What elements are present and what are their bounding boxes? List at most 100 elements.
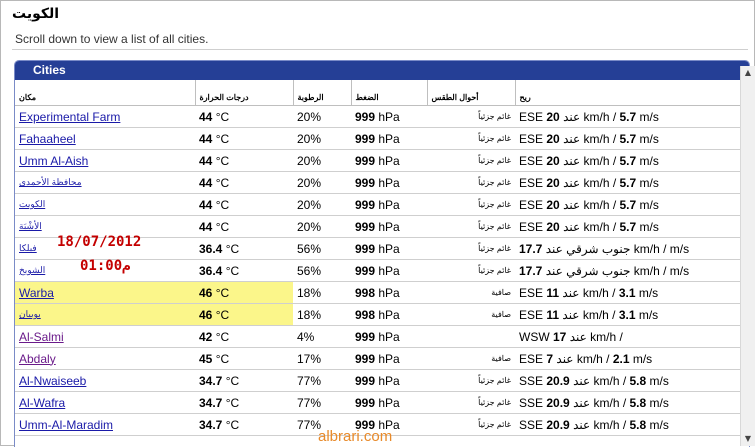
cell-humidity: 20% [293,215,351,238]
vertical-scrollbar[interactable]: ▲ ▼ [740,66,755,446]
table-row[interactable]: محافظة الأحمدي 44 °C 20% 999 hPa غائم جزئياً… [15,171,749,194]
wind-unit: m/s [646,417,669,432]
cell-pressure: 999 hPa [351,215,427,238]
wind-text: جنوب شرقي عند km/h / m/s [542,241,690,256]
temperature-unit: °C [212,285,230,300]
cell-weather: غائم جزئياً [427,237,515,260]
page-title: الكويت [12,6,60,22]
city-link[interactable]: Al-Nwaiseeb [19,374,86,388]
city-link[interactable]: Experimental Farm [19,110,120,124]
city-link[interactable]: محافظة الأحمدي [19,177,82,187]
city-link[interactable]: الشويخ [19,265,45,275]
wind-speed-ms: 3.1 [618,307,636,322]
table-row[interactable]: Experimental Farm 44 °C 20% 999 hPa غائم جزئ… [15,105,749,128]
scroll-down-icon[interactable]: ▼ [741,432,755,446]
cell-city: Al-Nwaiseeb [15,369,195,392]
cell-temperature: 36.4 °C [195,259,293,282]
pressure-value: 999 [355,351,376,366]
wind-unit: m/s [635,307,659,322]
wind-speed-ms: 5.8 [629,373,647,388]
column-header-weather[interactable]: أحوال الطقس [426,80,515,106]
table-row[interactable]: Abdaly 45 °C 17% 999 hPa صافية ESE 7 عند km/h… [15,347,749,370]
city-link[interactable]: Abdaly [19,352,56,366]
pressure-unit: hPa [375,219,400,234]
city-link[interactable]: الكويت [19,199,45,209]
cell-pressure: 999 hPa [351,237,427,260]
wind-text: عند km/h / [569,373,630,388]
wind-text: عند km/h / [559,307,619,322]
overlay-date: 18/07/2012 [57,234,142,250]
pressure-unit: hPa [375,285,400,300]
pressure-value: 999 [355,131,376,146]
cell-temperature: 34.7 °C [195,413,293,436]
cell-temperature: 44 °C [195,215,293,238]
city-link[interactable]: Al-Wafra [19,396,65,410]
temperature-value: 36.4 [199,263,223,278]
cell-temperature: 44 °C [195,127,293,150]
cell-humidity: 20% [293,149,351,172]
wind-speed-ms: 5.7 [619,153,637,168]
city-link[interactable]: Umm Al-Aish [19,154,88,168]
temperature-unit: °C [222,395,240,410]
column-header-pressure[interactable]: الضغط [350,80,427,106]
wind-speed-kmh: 20 [546,219,560,234]
wind-text: عند km/h / [553,351,613,366]
cell-wind: 17.7 جنوب شرقي عند km/h / m/s [515,259,749,282]
wind-direction: ESE [519,109,547,124]
wind-unit: m/s [636,219,659,234]
wind-speed-kmh: 17.7 [519,263,543,278]
cell-city: Warba [15,281,195,304]
table-row[interactable]: Fahaaheel 44 °C 20% 999 hPa غائم جزئياً ESE 2… [15,127,749,150]
wind-speed-kmh: 17.7 [519,241,543,256]
temperature-value: 34.7 [199,373,223,388]
table-row[interactable]: Al-Salmi 42 °C 4% 999 hPa WSW 17 عند km/h / [15,325,749,348]
city-link[interactable]: Al-Salmi [19,330,64,344]
table-row[interactable]: بوبيان 46 °C 18% 998 hPa صافية ESE 11 عند km/… [15,303,749,326]
cell-weather: غائم جزئياً [427,193,515,216]
overlay-time: 01:00م [80,258,131,274]
temperature-value: 44 [199,219,213,234]
temperature-value: 46 [199,307,213,322]
wind-direction: WSW [519,329,553,344]
column-header-wind[interactable]: ريح [514,80,749,106]
pressure-value: 999 [355,109,376,124]
cell-weather: غائم جزئياً [427,105,515,128]
pressure-unit: hPa [375,263,400,278]
city-link[interactable]: Warba [19,286,54,300]
wind-unit: m/s [636,197,659,212]
wind-text: جنوب شرقي عند km/h / m/s [542,263,690,278]
city-link[interactable]: Umm-Al-Maradim [19,418,113,432]
table-row[interactable]: Al-Wafra 34.7 °C 77% 999 hPa غائم جزئياً SSE … [15,391,749,414]
table-row[interactable]: Umm Al-Aish 44 °C 20% 999 hPa غائم جزئياً ESE… [15,149,749,172]
cell-weather: غائم جزئياً [427,171,515,194]
cell-weather: غائم جزئياً [427,413,515,436]
cell-temperature: 36.4 °C [195,237,293,260]
table-row[interactable]: Warba 46 °C 18% 998 hPa صافية ESE 11 عند km/h… [15,281,749,304]
temperature-unit: °C [222,373,240,388]
temperature-unit: °C [212,351,230,366]
column-header-humidity[interactable]: الرطوبة [292,80,351,106]
cell-wind: WSW 17 عند km/h / [515,325,749,348]
pressure-unit: hPa [375,109,400,124]
scroll-up-icon[interactable]: ▲ [741,66,755,80]
cell-temperature: 44 °C [195,193,293,216]
cell-humidity: 56% [293,237,351,260]
cell-pressure: 999 hPa [351,325,427,348]
table-row[interactable]: الكويت 44 °C 20% 999 hPa غائم جزئياً ESE 20 ع… [15,193,749,216]
column-header-temperature[interactable]: درجات الحرارة [194,80,293,106]
wind-direction: SSE [519,395,547,410]
temperature-value: 45 [199,351,213,366]
cities-panel: Cities مكان درجات الحرارة الرطوبة الضغط … [14,60,750,447]
cell-humidity: 56% [293,259,351,282]
wind-direction: SSE [519,417,547,432]
wind-speed-ms: 5.7 [619,175,637,190]
city-link[interactable]: بوبيان [19,309,41,319]
city-link[interactable]: Fahaaheel [19,132,76,146]
city-link[interactable]: الأشْبَة [19,221,42,231]
wind-unit: m/s [636,153,659,168]
table-row[interactable]: Al-Nwaiseeb 34.7 °C 77% 999 hPa غائم جزئياً S… [15,369,749,392]
wind-direction: ESE [519,197,547,212]
column-header-place[interactable]: مكان [15,80,195,106]
city-link[interactable]: فيلكا [19,243,37,253]
cell-humidity: 4% [293,325,351,348]
